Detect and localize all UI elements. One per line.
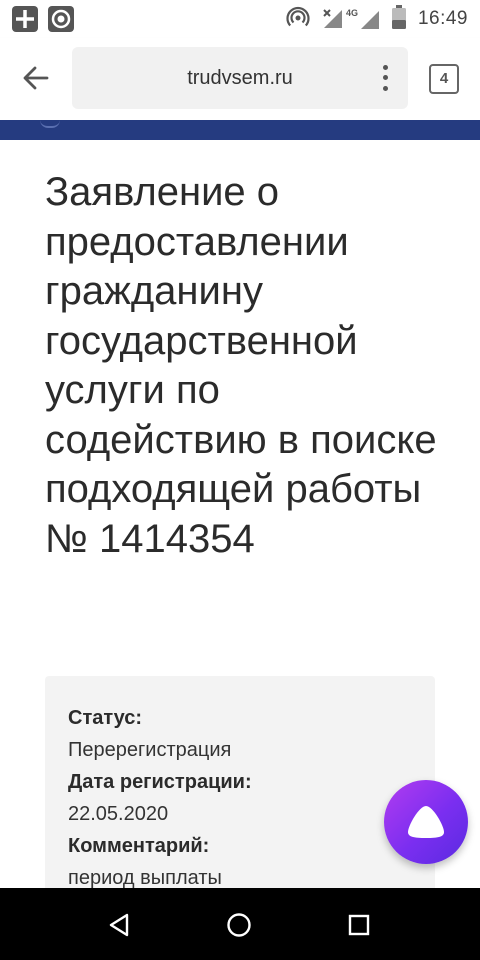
- nav-home-button[interactable]: [222, 908, 256, 942]
- nav-recents-button[interactable]: [342, 908, 376, 942]
- status-label: Статус:: [68, 707, 143, 729]
- back-triangle-icon: [109, 913, 129, 937]
- back-button[interactable]: [18, 60, 54, 96]
- network-type-label: 4G: [345, 8, 358, 18]
- status-time: 16:49: [417, 8, 468, 29]
- application-info-card: Статус: Перерегистрация Дата регистрации…: [45, 676, 435, 916]
- home-circle-icon: [227, 913, 251, 937]
- url-text: trudvsem.ru: [187, 67, 293, 89]
- tabs-button[interactable]: 4: [429, 64, 459, 94]
- hotspot-icon: [286, 5, 310, 34]
- status-bar: 4G 16:49: [0, 0, 480, 38]
- registration-date-value: 22.05.2020: [68, 803, 169, 825]
- recents-square-icon: [348, 914, 370, 936]
- alice-assistant-button[interactable]: [384, 780, 468, 864]
- record-icon: [48, 6, 74, 37]
- system-nav-bar: [0, 888, 480, 960]
- alice-icon: [408, 806, 444, 838]
- address-bar[interactable]: trudvsem.ru: [72, 47, 408, 109]
- nav-back-button[interactable]: [102, 908, 136, 942]
- more-vert-icon[interactable]: [372, 62, 398, 94]
- comment-label: Комментарий:: [68, 835, 210, 857]
- status-value: Перерегистрация: [68, 739, 232, 761]
- battery-icon: [391, 4, 406, 34]
- site-header: [0, 120, 480, 140]
- plus-icon: [12, 6, 38, 37]
- registration-date-label: Дата регистрации:: [68, 771, 252, 793]
- signal-icon: 4G: [322, 8, 380, 30]
- site-logo-icon[interactable]: [40, 120, 60, 128]
- back-arrow-icon: [23, 66, 49, 90]
- browser-toolbar: trudvsem.ru 4: [0, 38, 480, 120]
- page-title: Заявление о предоставлении гражданину го…: [45, 170, 437, 561]
